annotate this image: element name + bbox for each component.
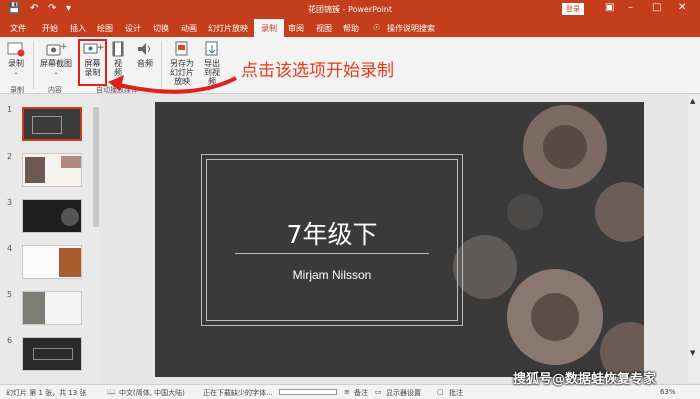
proofing-icon[interactable]: 📖	[107, 388, 116, 396]
screenshot-label: 屏幕截图	[40, 59, 72, 68]
tab-file[interactable]: 文件	[10, 23, 26, 34]
watermark: 搜狐号@数据蛙恢复专家	[513, 372, 657, 387]
minimize-icon[interactable]: –	[628, 2, 633, 13]
chevron-down-icon: ⌄	[53, 69, 59, 76]
tab-home[interactable]: 开始	[42, 23, 58, 34]
chevron-down-icon: ⌄	[13, 69, 19, 76]
screenshot-button[interactable]: + 屏幕截图 ⌄	[38, 41, 74, 77]
tab-view[interactable]: 视图	[316, 23, 332, 34]
maximize-icon[interactable]: □	[652, 2, 661, 13]
slide-thumbnail-panel: 1 2 3 4 5 6	[0, 95, 100, 383]
ribbon-display-icon[interactable]: ▣	[605, 2, 614, 13]
tab-insert[interactable]: 插入	[70, 23, 86, 34]
zoom-level[interactable]: 63%	[660, 388, 676, 396]
tab-transitions[interactable]: 切换	[153, 23, 169, 34]
export-video-button[interactable]: 导出到视频	[200, 41, 224, 86]
divider	[161, 41, 162, 89]
export-video-label: 导出到视频	[204, 59, 220, 86]
scroll-up-icon[interactable]: ▲	[690, 97, 695, 105]
tab-design[interactable]: 设计	[125, 23, 141, 34]
slide-thumbnail[interactable]	[22, 337, 82, 371]
record-icon	[7, 42, 25, 57]
notes-button[interactable]: 备注	[354, 388, 368, 398]
annotation-text: 点击该选项开始录制	[241, 61, 394, 81]
tab-help[interactable]: 帮助	[343, 23, 359, 34]
language-indicator[interactable]: 中文(简体, 中国大陆)	[119, 388, 185, 398]
tab-animations[interactable]: 动画	[181, 23, 197, 34]
video-label: 视频	[114, 59, 122, 77]
tell-me-search[interactable]: 操作说明搜索	[387, 23, 435, 34]
group-label-content: 内容	[48, 86, 62, 94]
tab-draw[interactable]: 绘图	[97, 23, 113, 34]
login-button[interactable]: 登录	[562, 3, 584, 15]
close-icon[interactable]: ✕	[678, 2, 686, 13]
comments-button[interactable]: 批注	[449, 388, 463, 398]
ribbon-tabs: 文件 开始 插入 绘图 设计 切换 动画 幻灯片放映 录制 审阅 视图 帮助 ☉…	[0, 19, 700, 37]
thumbnail-scrollbar[interactable]	[93, 107, 99, 227]
lightbulb-icon: ☉	[373, 23, 381, 32]
group-label-autoplay: 自动播放媒体	[96, 86, 138, 94]
save-as-show-button[interactable]: 另存为幻灯片放映	[166, 41, 198, 86]
film-icon	[112, 41, 124, 57]
progress-bar	[279, 389, 337, 395]
slide-canvas[interactable]: 7年级下 Mirjam Nilsson	[155, 102, 644, 377]
thumbnail-number: 5	[7, 290, 13, 299]
slide-thumbnail[interactable]	[22, 199, 82, 233]
audio-button[interactable]: 音频	[135, 41, 155, 68]
save-as-show-label: 另存为幻灯片放映	[170, 59, 194, 86]
tab-review[interactable]: 审阅	[288, 23, 304, 34]
slide-counter: 幻灯片 第 1 张，共 13 张	[6, 389, 87, 397]
display-icon[interactable]: ▭	[375, 388, 382, 396]
thumbnail-number: 4	[7, 244, 13, 253]
record-button[interactable]: 录制 ⌄	[4, 41, 28, 77]
divider-line	[235, 253, 429, 254]
record-label: 录制	[8, 59, 24, 68]
scroll-down-icon[interactable]: ▼	[690, 349, 695, 357]
slide-subtitle[interactable]: Mirjam Nilsson	[201, 268, 463, 282]
editor-scrollbar[interactable]: ▲ ▼	[688, 95, 700, 383]
download-status: 正在下载缺少的字体...	[203, 389, 273, 397]
highlight-box	[78, 39, 107, 86]
group-label-record: 录制	[10, 86, 24, 94]
slide-thumbnail[interactable]	[22, 153, 82, 187]
slide-title[interactable]: 7年级下	[201, 215, 463, 251]
thumbnail-number: 1	[7, 105, 13, 114]
tab-recording[interactable]: 录制	[254, 19, 284, 37]
slide-thumbnail[interactable]	[22, 107, 82, 141]
slide-thumbnail[interactable]	[22, 291, 82, 325]
thumbnail-number: 2	[7, 152, 13, 161]
tab-slideshow[interactable]: 幻灯片放映	[208, 23, 248, 34]
thumbnail-number: 3	[7, 198, 13, 207]
thumbnail-number: 6	[7, 336, 13, 345]
slideshow-save-icon	[175, 41, 188, 56]
export-icon	[205, 41, 218, 56]
svg-text:+: +	[60, 42, 67, 52]
display-settings-button[interactable]: 显示器设置	[386, 388, 421, 398]
comment-icon[interactable]: ▢	[437, 388, 444, 396]
window-title: 花团锦簇 - PowerPoint	[307, 5, 393, 14]
slide-thumbnail[interactable]	[22, 245, 82, 279]
divider	[33, 41, 34, 89]
notes-icon[interactable]: ≡	[344, 388, 350, 396]
camera-icon: +	[46, 42, 67, 56]
video-button[interactable]: 视频	[110, 41, 126, 77]
title-bar: 💾 ↶ ↷ ▾ 花团锦簇 - PowerPoint 登录 ▣ – □ ✕	[0, 0, 700, 19]
speaker-icon	[138, 43, 150, 55]
audio-label: 音频	[137, 59, 153, 68]
